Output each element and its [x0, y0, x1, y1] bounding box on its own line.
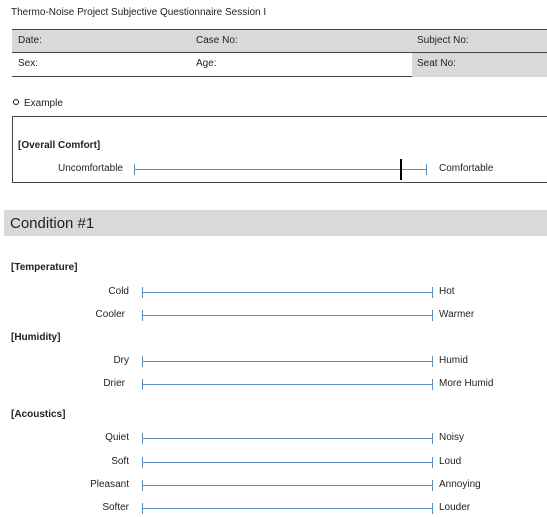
scale-tick-left	[142, 433, 143, 444]
scale-line	[142, 361, 433, 362]
scale-left-label: Cold	[108, 286, 129, 297]
circle-bullet-icon	[13, 99, 19, 105]
scale-right-label: More Humid	[439, 378, 494, 389]
scale-tick-right	[432, 433, 433, 444]
example-right-label: Comfortable	[439, 163, 494, 174]
seat-no-field[interactable]: Seat No:	[417, 58, 456, 69]
sex-field[interactable]: Sex:	[18, 58, 38, 69]
scale-line	[142, 462, 433, 463]
scale-tick-left	[142, 457, 143, 468]
scale-tick-right	[432, 503, 433, 514]
scale-tick-right	[432, 379, 433, 390]
section-heading-humidity: [Humidity]	[11, 332, 61, 343]
info-table: Date: Case No: Subject No: Sex: Age: Sea…	[12, 29, 547, 77]
scale-left-label: Cooler	[95, 309, 125, 320]
case-no-field[interactable]: Case No:	[196, 35, 238, 46]
scale-pleasant-annoying[interactable]	[142, 480, 433, 491]
questionnaire-title: Thermo-Noise Project Subjective Question…	[11, 7, 267, 18]
scale-line	[142, 508, 433, 509]
scale-tick-right	[432, 287, 433, 298]
scale-quiet-noisy[interactable]	[142, 433, 433, 444]
example-scale[interactable]	[134, 164, 427, 175]
scale-line	[142, 315, 433, 316]
scale-left-label: Quiet	[105, 432, 129, 443]
scale-tick-right	[432, 480, 433, 491]
scale-right-label: Noisy	[439, 432, 465, 443]
scale-line	[142, 485, 433, 486]
scale-drier-more-humid[interactable]	[142, 379, 433, 390]
condition-title: Condition #1	[10, 215, 95, 232]
scale-left-label: Softer	[102, 502, 129, 513]
scale-left-label: Drier	[103, 378, 125, 389]
example-left-label: Uncomfortable	[57, 163, 123, 174]
scale-softer-louder[interactable]	[142, 503, 433, 514]
scale-soft-loud[interactable]	[142, 457, 433, 468]
info-row-1: Date: Case No: Subject No:	[12, 30, 547, 53]
scale-tick-left	[142, 356, 143, 367]
section-heading-acoustics: [Acoustics]	[11, 409, 66, 420]
scale-line	[134, 169, 427, 170]
scale-right-label: Hot	[439, 286, 455, 297]
scale-line	[142, 384, 433, 385]
date-field[interactable]: Date:	[18, 35, 42, 46]
example-caption-text: Example	[24, 98, 63, 109]
scale-left-label: Dry	[113, 355, 129, 366]
scale-line	[142, 292, 433, 293]
scale-right-label: Warmer	[439, 309, 475, 320]
scale-tick-left	[134, 164, 135, 175]
condition-header: Condition #1	[4, 210, 547, 236]
age-field[interactable]: Age:	[196, 58, 217, 69]
scale-right-label: Louder	[439, 502, 471, 513]
example-caption: Example	[13, 98, 63, 109]
info-row-2: Sex: Age: Seat No:	[12, 53, 547, 77]
scale-tick-left	[142, 480, 143, 491]
example-heading: [Overall Comfort]	[18, 140, 101, 151]
scale-tick-right	[426, 164, 427, 175]
scale-dry-humid[interactable]	[142, 356, 433, 367]
section-heading-temperature: [Temperature]	[11, 262, 78, 273]
scale-tick-left	[142, 287, 143, 298]
scale-cold-hot[interactable]	[142, 287, 433, 298]
scale-line	[142, 438, 433, 439]
subject-no-field[interactable]: Subject No:	[417, 35, 469, 46]
scale-right-label: Humid	[439, 355, 468, 366]
scale-tick-right	[432, 356, 433, 367]
example-answer-mark	[399, 159, 402, 180]
scale-cooler-warmer[interactable]	[142, 310, 433, 321]
scale-tick-right	[432, 310, 433, 321]
scale-left-label: Soft	[111, 456, 129, 467]
scale-tick-left	[142, 310, 143, 321]
scale-tick-left	[142, 503, 143, 514]
scale-tick-left	[142, 379, 143, 390]
scale-tick-right	[432, 457, 433, 468]
scale-right-label: Loud	[439, 456, 462, 467]
scale-right-label: Annoying	[439, 479, 481, 490]
scale-left-label: Pleasant	[90, 479, 129, 490]
